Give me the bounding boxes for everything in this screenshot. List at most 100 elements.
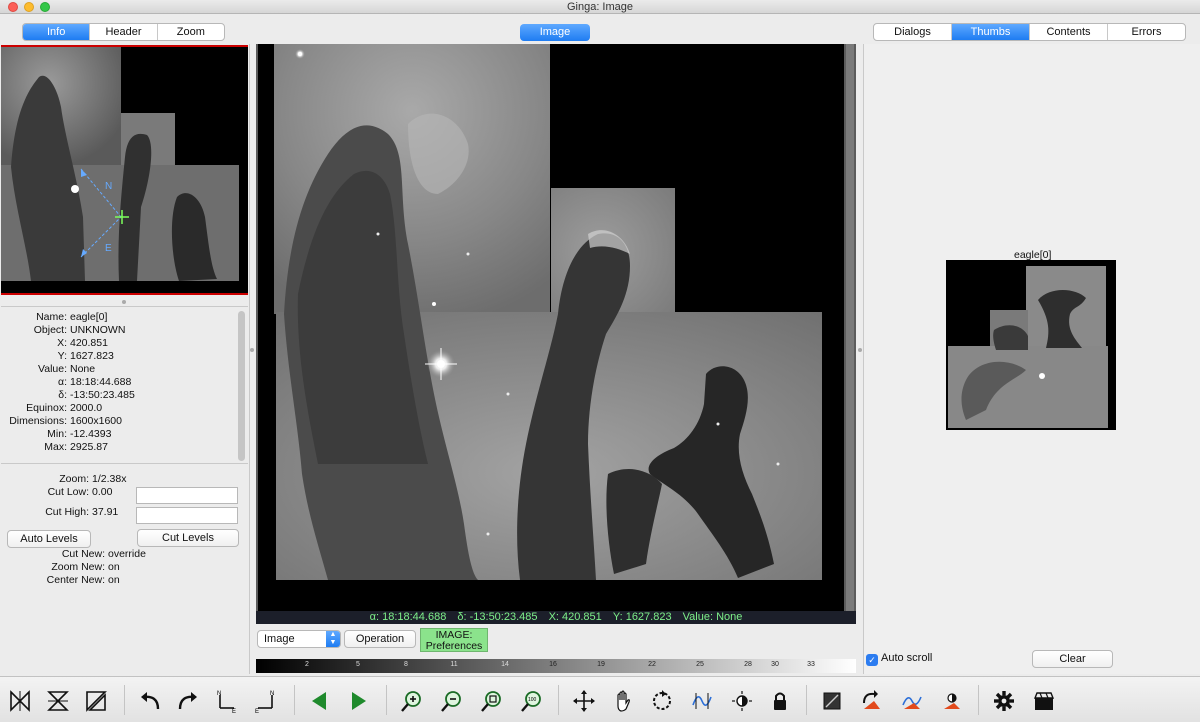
- image-preferences-button[interactable]: IMAGE: Preferences: [420, 628, 488, 652]
- splitter-handle[interactable]: [122, 300, 126, 304]
- cut-high-input[interactable]: [136, 507, 238, 524]
- maximize-window-button[interactable]: [40, 2, 50, 12]
- orient-nw-icon[interactable]: NE: [252, 687, 280, 715]
- rotate-ccw-icon[interactable]: [136, 687, 164, 715]
- colorbar-tick: 25: [696, 661, 704, 668]
- hand-icon[interactable]: [610, 687, 638, 715]
- pan-icon[interactable]: [570, 687, 598, 715]
- zoom-fit-icon[interactable]: [478, 687, 506, 715]
- minimize-window-button[interactable]: [24, 2, 34, 12]
- auto-levels-button[interactable]: Auto Levels: [7, 530, 91, 548]
- pan-view-image[interactable]: N E: [1, 45, 248, 295]
- cut-levels-icon[interactable]: [818, 687, 846, 715]
- viewer-scrollbar[interactable]: [846, 44, 854, 611]
- tab-contents[interactable]: Contents: [1030, 24, 1108, 40]
- next-image-icon[interactable]: [344, 687, 372, 715]
- zoom-in-icon[interactable]: [398, 687, 426, 715]
- image-viewer[interactable]: [256, 44, 856, 611]
- center-new-value: on: [108, 574, 120, 586]
- info-value: eagle[0]: [70, 311, 108, 323]
- info-scrollbar[interactable]: [238, 311, 245, 461]
- reset-all-icon[interactable]: [938, 687, 966, 715]
- auto-scroll-checkbox[interactable]: ✓ Auto scroll: [866, 651, 932, 666]
- info-label: Dimensions:: [9, 415, 67, 427]
- lock-icon[interactable]: [766, 687, 794, 715]
- swap-xy-icon[interactable]: [82, 687, 110, 715]
- colorbar-tick: 2: [305, 661, 309, 668]
- pan-north-label: N: [105, 181, 112, 192]
- center-new-row: Center New: on: [17, 574, 120, 587]
- toolbar-separator: [806, 685, 807, 715]
- window-title: Ginga: Image: [566, 1, 634, 13]
- info-row-y: Y: 1627.823: [1, 350, 237, 363]
- readout-y: Y: 1627.823: [612, 611, 672, 623]
- mode-select[interactable]: Image ▲ ▼: [257, 630, 341, 648]
- flip-x-icon[interactable]: [6, 687, 34, 715]
- cut-low-row: Cut Low: 0.00: [1, 486, 113, 499]
- zoom-100-icon[interactable]: 100: [518, 687, 546, 715]
- colorbar-tick: 19: [597, 661, 605, 668]
- tab-thumbs[interactable]: Thumbs: [952, 24, 1030, 40]
- reset-contrast-icon[interactable]: [898, 687, 926, 715]
- zoom-cut-panel: Zoom: 1/2.38x Cut Low: 0.00 Cut High: 37.91…: [1, 468, 248, 673]
- rotate-cw-icon[interactable]: [174, 687, 202, 715]
- star-top-left-core: [298, 52, 302, 56]
- thumbnail-eagle[interactable]: [946, 260, 1116, 430]
- tab-header[interactable]: Header: [90, 24, 158, 40]
- center-new-label: Center New:: [46, 574, 105, 586]
- svg-text:E: E: [232, 709, 236, 713]
- info-value: 2000.0: [70, 402, 103, 414]
- tab-zoom[interactable]: Zoom: [158, 24, 224, 40]
- cut-high-value: 37.91: [92, 506, 119, 518]
- tab-info[interactable]: Info: [23, 24, 91, 40]
- right-splitter-handle[interactable]: [858, 348, 862, 352]
- svg-text:100: 100: [528, 697, 537, 703]
- readout-ra: α: 18:18:44.688: [369, 611, 447, 623]
- toolbar-separator: [294, 685, 295, 715]
- image-canvas[interactable]: [258, 44, 844, 611]
- close-window-button[interactable]: [8, 2, 18, 12]
- tab-errors[interactable]: Errors: [1108, 24, 1185, 40]
- info-row-min: Min: -12.4393: [1, 428, 237, 441]
- zoom-out-icon[interactable]: [438, 687, 466, 715]
- info-value: -13:50:23.485: [70, 389, 135, 401]
- tab-dialogs[interactable]: Dialogs: [874, 24, 952, 40]
- right-tab-bar: Dialogs Thumbs Contents Errors: [873, 23, 1186, 41]
- colorbar-tick: 28: [744, 661, 752, 668]
- cut-high-label: Cut High:: [45, 506, 89, 518]
- left-splitter-handle[interactable]: [250, 348, 254, 352]
- toolbar-separator: [558, 685, 559, 715]
- zoom-new-row: Zoom New: on: [17, 561, 119, 574]
- cut-levels-button[interactable]: Cut Levels: [137, 529, 239, 547]
- colorbar[interactable]: 2 5 8 11 14 16 19 22 25 28 30 33: [256, 659, 856, 673]
- contrast-icon[interactable]: [688, 687, 716, 715]
- preferences-icon[interactable]: [1030, 687, 1058, 715]
- tab-image[interactable]: Image: [520, 24, 590, 41]
- info-value: 1600x1600: [70, 415, 122, 427]
- zoom-row: Zoom: 1/2.38x: [1, 473, 126, 486]
- brightness-icon[interactable]: [728, 687, 756, 715]
- orient-ne-icon[interactable]: NE: [212, 687, 240, 715]
- star-small-4: [506, 392, 510, 396]
- cursor-readout: α: 18:18:44.688 δ: -13:50:23.485 X: 420.…: [256, 611, 856, 624]
- info-row-ra: α: 18:18:44.688: [1, 376, 237, 389]
- info-row-object: Object: UNKNOWN: [1, 324, 237, 337]
- cut-new-row: Cut New: override: [17, 548, 146, 561]
- operation-button[interactable]: Operation: [344, 630, 416, 648]
- settings-icon[interactable]: [990, 687, 1018, 715]
- svg-text:N: N: [270, 691, 274, 697]
- reset-rotation-icon[interactable]: [648, 687, 676, 715]
- info-value: None: [70, 363, 96, 375]
- cut-low-input[interactable]: [136, 487, 238, 504]
- flip-y-icon[interactable]: [44, 687, 72, 715]
- info-row-x: X: 420.851: [1, 337, 237, 350]
- prev-image-icon[interactable]: [306, 687, 334, 715]
- colorbar-tick: 33: [807, 661, 815, 668]
- cut-low-value: 0.00: [92, 486, 113, 498]
- clear-button[interactable]: Clear: [1032, 650, 1113, 668]
- reset-colormap-icon[interactable]: [858, 687, 886, 715]
- zoom-new-label: Zoom New:: [51, 561, 105, 573]
- colorbar-tick: 5: [356, 661, 360, 668]
- info-row-name: Name: eagle[0]: [1, 311, 237, 324]
- colorbar-tick: 22: [648, 661, 656, 668]
